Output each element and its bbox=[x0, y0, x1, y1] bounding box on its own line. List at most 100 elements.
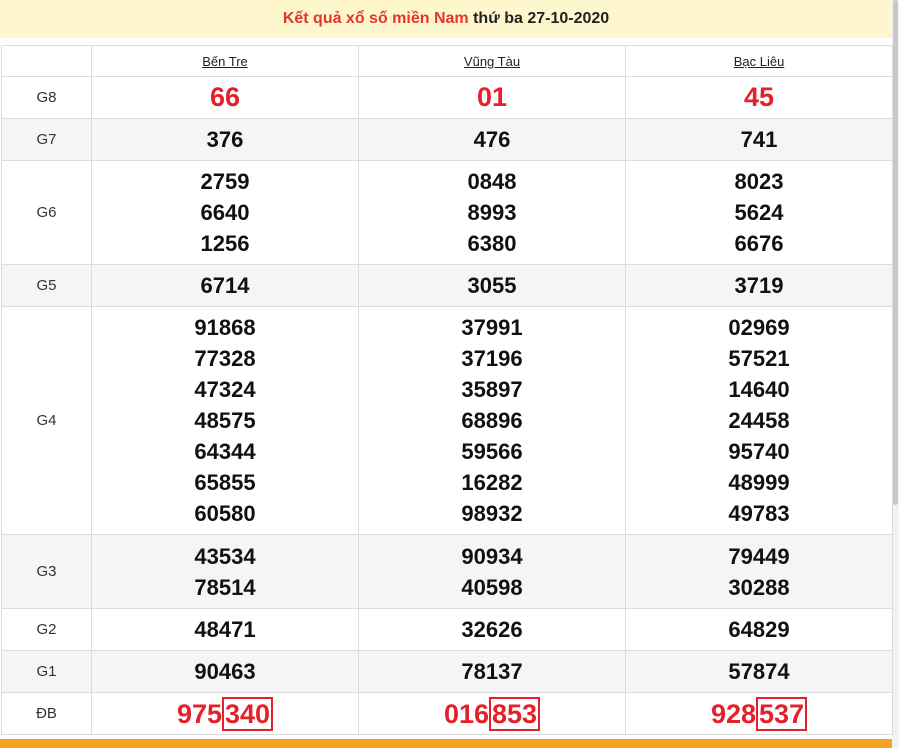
header-title: Kết quả xổ số miền Nam bbox=[282, 10, 469, 27]
province-link-ben-tre[interactable]: Bến Tre bbox=[91, 45, 359, 77]
prize-number: 2759 bbox=[200, 169, 250, 194]
prize-cell: 8023 5624 6676 bbox=[625, 160, 893, 265]
prize-cell: 2759 6640 1256 bbox=[91, 160, 359, 265]
prize-label: G5 bbox=[1, 264, 92, 307]
prize-cell: 79449 30288 bbox=[625, 534, 893, 609]
special-prize-cell: 016 853 bbox=[358, 692, 626, 735]
prize-number: 66 bbox=[209, 82, 241, 112]
prize-number: 48999 bbox=[728, 470, 790, 495]
prize-number: 78137 bbox=[461, 659, 523, 684]
province-link-vung-tau[interactable]: Vũng Tàu bbox=[358, 45, 626, 77]
prize-label: G1 bbox=[1, 650, 92, 693]
prize-cell: 741 bbox=[625, 118, 893, 161]
prize-number: 5624 bbox=[734, 200, 784, 225]
prize-number: 476 bbox=[473, 127, 511, 152]
prize-number: 40598 bbox=[461, 574, 523, 600]
prize-cell: 90934 40598 bbox=[358, 534, 626, 609]
prize-number: 95740 bbox=[728, 439, 790, 464]
prize-cell: 3719 bbox=[625, 264, 893, 307]
special-prize-tail-highlight: 537 bbox=[756, 696, 808, 731]
prize-number: 24458 bbox=[728, 408, 790, 433]
prize-number: 37196 bbox=[461, 346, 523, 371]
prize-cell: 78137 bbox=[358, 650, 626, 693]
prize-row: G6 2759 6640 1256 0848 8993 6380 8023 5624 6676 bbox=[1, 160, 893, 265]
prize-row: G2 48471 32626 64829 bbox=[1, 608, 893, 651]
prize-cell: 6714 bbox=[91, 264, 359, 307]
special-prize-label: ĐB bbox=[1, 692, 92, 735]
prize-number: 6640 bbox=[200, 200, 250, 225]
special-prize-number: 928 537 bbox=[710, 696, 808, 731]
prize-number: 45 bbox=[743, 82, 775, 112]
prize-row: G8 66 01 45 bbox=[1, 76, 893, 119]
prize-number: 6380 bbox=[467, 231, 517, 256]
prize-number: 48575 bbox=[194, 408, 256, 433]
prize-row: G5 6714 3055 3719 bbox=[1, 264, 893, 307]
prize-cell: 476 bbox=[358, 118, 626, 161]
prize-number: 79449 bbox=[728, 543, 790, 569]
prize-number: 43534 bbox=[194, 543, 256, 569]
prize-number: 78514 bbox=[194, 574, 256, 600]
prize-number: 3055 bbox=[467, 273, 517, 298]
special-prize-head: 975 bbox=[176, 698, 222, 729]
prize-number: 48471 bbox=[194, 617, 256, 642]
prize-cell: 90463 bbox=[91, 650, 359, 693]
prize-row: G4 91868 77328 47324 48575 64344 65855 60580 379… bbox=[1, 306, 893, 535]
prize-row: G7 376 476 741 bbox=[1, 118, 893, 161]
prize-number: 68896 bbox=[461, 408, 523, 433]
special-prize-cell: 928 537 bbox=[625, 692, 893, 735]
prize-cell: 43534 78514 bbox=[91, 534, 359, 609]
results-table: Bến Tre Vũng Tàu Bạc Liêu G8 66 01 45 G7 376 4… bbox=[1, 45, 893, 735]
prize-cell: 02969 57521 14640 24458 95740 48999 49783 bbox=[625, 306, 893, 535]
prize-number: 60580 bbox=[194, 501, 256, 526]
prize-number: 57874 bbox=[728, 659, 790, 684]
prize-number: 90934 bbox=[461, 543, 523, 569]
prize-number: 32626 bbox=[461, 617, 523, 642]
prize-number: 64829 bbox=[728, 617, 790, 642]
province-header-row: Bến Tre Vũng Tàu Bạc Liêu bbox=[1, 45, 893, 77]
prize-cell: 91868 77328 47324 48575 64344 65855 60580 bbox=[91, 306, 359, 535]
prize-number: 49783 bbox=[728, 501, 790, 526]
scrollbar-thumb[interactable] bbox=[893, 0, 898, 505]
prize-number: 91868 bbox=[194, 315, 256, 340]
prize-number: 64344 bbox=[194, 439, 256, 464]
special-prize-number: 975 340 bbox=[176, 696, 274, 731]
special-prize-tail-highlight: 340 bbox=[222, 696, 274, 731]
prize-cell: 45 bbox=[625, 76, 893, 119]
prize-number: 02969 bbox=[728, 315, 790, 340]
prize-number: 90463 bbox=[194, 659, 256, 684]
prize-number: 14640 bbox=[728, 377, 790, 402]
prize-cell: 3055 bbox=[358, 264, 626, 307]
prize-number: 47324 bbox=[194, 377, 256, 402]
prize-number: 57521 bbox=[728, 346, 790, 371]
corner-cell bbox=[1, 45, 92, 77]
province-link-bac-lieu[interactable]: Bạc Liêu bbox=[625, 45, 893, 77]
prize-row: G1 90463 78137 57874 bbox=[1, 650, 893, 693]
prize-number: 35897 bbox=[461, 377, 523, 402]
prize-number: 98932 bbox=[461, 501, 523, 526]
prize-label: G4 bbox=[1, 306, 92, 535]
prize-number: 0848 bbox=[467, 169, 517, 194]
special-prize-head: 016 bbox=[443, 698, 489, 729]
prize-number: 741 bbox=[740, 127, 778, 152]
prize-label: G8 bbox=[1, 76, 92, 119]
prize-number: 37991 bbox=[461, 315, 523, 340]
header-date: thứ ba 27-10-2020 bbox=[473, 10, 610, 27]
prize-cell: 376 bbox=[91, 118, 359, 161]
prize-number: 77328 bbox=[194, 346, 256, 371]
prize-number: 3719 bbox=[734, 273, 784, 298]
results-header: Kết quả xổ số miền Nam thứ ba 27-10-2020 bbox=[0, 0, 892, 38]
prize-cell: 0848 8993 6380 bbox=[358, 160, 626, 265]
special-prize-number: 016 853 bbox=[443, 696, 541, 731]
prize-row: G3 43534 78514 90934 40598 79449 30288 bbox=[1, 534, 893, 609]
prize-number: 01 bbox=[476, 82, 508, 112]
prize-cell: 57874 bbox=[625, 650, 893, 693]
prize-label: G3 bbox=[1, 534, 92, 609]
prize-cell: 48471 bbox=[91, 608, 359, 651]
prize-number: 65855 bbox=[194, 470, 256, 495]
prize-number: 1256 bbox=[200, 231, 250, 256]
prize-label: G2 bbox=[1, 608, 92, 651]
bottom-accent-bar bbox=[0, 739, 892, 748]
prize-cell: 32626 bbox=[358, 608, 626, 651]
special-prize-row: ĐB 975 340 016 853 928 537 bbox=[1, 692, 893, 735]
special-prize-head: 928 bbox=[710, 698, 756, 729]
